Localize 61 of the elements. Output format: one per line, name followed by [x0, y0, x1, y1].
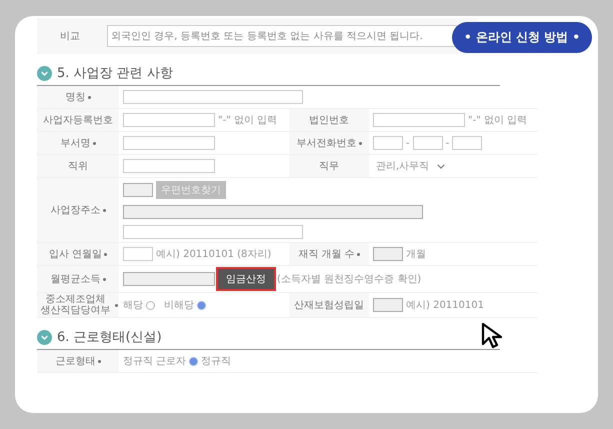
radio-option[interactable]: 정규직 — [189, 354, 232, 368]
field-label: 부서전화번호 — [289, 132, 369, 154]
field-label: 재직 개월 수 — [289, 243, 369, 265]
input-field[interactable] — [123, 113, 215, 127]
field-label: 부서명 — [37, 132, 119, 154]
input-field[interactable] — [123, 225, 303, 239]
field-label: 사업장주소 — [37, 178, 119, 242]
radio-option[interactable]: 해당 — [123, 298, 155, 312]
required-icon — [98, 360, 100, 362]
remark-field[interactable]: 외국인인 경우, 등록번호 또는 등록번호 없는 사유를 적으시면 됩니다. — [107, 25, 457, 47]
field-label: 산재보험성립일 — [289, 293, 369, 317]
hint-text: 예시) 20110101 (8자리) — [156, 248, 272, 261]
field-label: 입사 연월일 — [37, 243, 119, 265]
field-label: 직위 — [37, 155, 119, 177]
field-label: 근로형태 — [37, 350, 119, 372]
input-field[interactable] — [123, 90, 303, 104]
field-label: 월평균소득 — [37, 266, 119, 292]
cursor-icon — [481, 322, 505, 350]
radio-button[interactable] — [146, 300, 155, 310]
radio-option[interactable]: 비해당 — [164, 298, 206, 312]
section-title: 5. 사업장 관련 사항 — [57, 65, 173, 82]
field-label: 법인번호 — [289, 109, 369, 131]
chevron-icon[interactable] — [37, 330, 52, 344]
radio-label[interactable]: 해당 — [123, 298, 143, 312]
hint-text: - — [406, 138, 410, 148]
radio-button[interactable] — [189, 356, 198, 366]
hint-text: "-" 없이 입력 — [218, 114, 278, 127]
highlighted-button[interactable]: 임금산정 — [218, 269, 274, 289]
hint-text: 개월 — [406, 248, 426, 261]
job-dropdown[interactable]: 관리,사무직 — [373, 158, 448, 174]
required-icon — [92, 142, 96, 144]
required-icon — [115, 304, 118, 306]
field-label: 중소제조업체 생산직담당여부 — [37, 293, 119, 317]
required-icon — [88, 96, 90, 98]
hint-text: "-" 없이 입력 — [468, 114, 528, 127]
required-icon — [104, 252, 108, 256]
caret-icon — [437, 164, 446, 168]
input-field[interactable] — [373, 113, 465, 127]
section-title: 6. 근로형태(신설) — [57, 329, 162, 346]
input-field[interactable] — [123, 247, 153, 261]
required-icon — [102, 208, 106, 212]
input-field[interactable] — [452, 136, 482, 150]
hint-text: 정규직 근로자 — [123, 355, 186, 368]
required-icon — [358, 142, 362, 144]
input-field[interactable] — [123, 159, 215, 173]
chevron-icon[interactable] — [37, 66, 52, 80]
field-label: 사업자등록번호 — [37, 109, 119, 131]
radio-label[interactable]: 비해당 — [164, 298, 194, 312]
radio-label[interactable]: 정규직 — [201, 354, 232, 368]
required-icon — [356, 252, 360, 256]
field-label: 직무 — [289, 155, 369, 177]
hint-text: (소득자별 원천징수영수증 확인) — [277, 273, 422, 286]
field-label: 명칭 — [37, 86, 119, 108]
input-field[interactable] — [123, 136, 215, 150]
help-badge[interactable]: • 온라인 신청 방법 • — [452, 22, 592, 53]
hint-text: - — [446, 138, 450, 148]
radio-button[interactable] — [197, 300, 206, 310]
input-field[interactable] — [373, 136, 403, 150]
required-icon — [102, 278, 106, 280]
input-field[interactable] — [412, 136, 443, 150]
hint-text: 예시) 20110101 — [406, 299, 484, 312]
